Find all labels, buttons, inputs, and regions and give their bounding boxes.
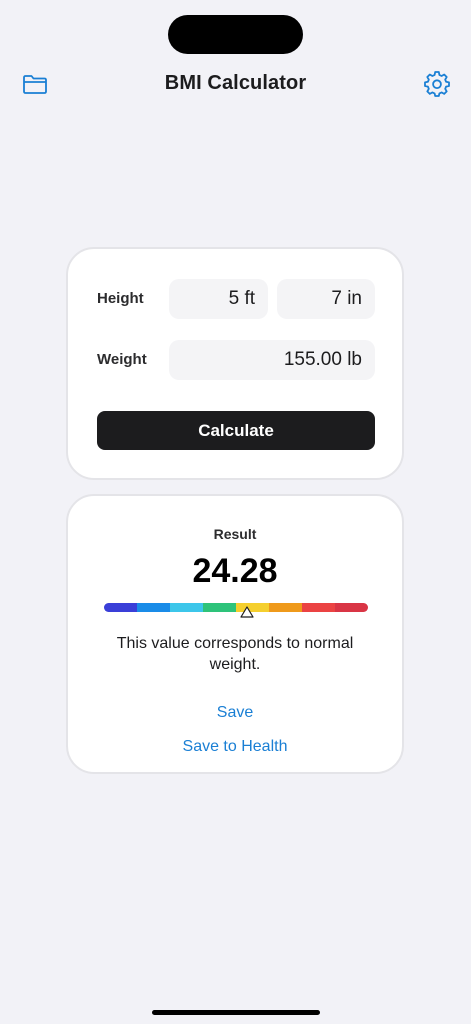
bmi-scale-bar	[104, 603, 368, 612]
scale-segment	[170, 603, 203, 612]
calculate-button[interactable]: Calculate	[97, 411, 375, 450]
dynamic-island	[168, 15, 303, 54]
scale-segment	[104, 603, 137, 612]
result-description: This value corresponds to normal weight.	[116, 635, 354, 673]
weight-field[interactable]: 155.00 lb	[169, 340, 375, 380]
gear-icon[interactable]	[423, 70, 451, 98]
save-button[interactable]: Save	[68, 704, 402, 722]
scale-segment	[269, 603, 302, 612]
height-label: Height	[97, 290, 144, 307]
scale-segment	[137, 603, 170, 612]
scale-segment	[335, 603, 368, 612]
height-inches-field[interactable]: 7 in	[277, 279, 375, 319]
page-title: BMI Calculator	[164, 72, 307, 94]
height-feet-field[interactable]: 5 ft	[169, 279, 268, 319]
bmi-value: 24.28	[192, 552, 278, 590]
input-card: Height 5 ft 7 in Weight 155.00 lb Calcul…	[66, 247, 404, 480]
result-card: Result 24.28 This value corresponds to n…	[66, 494, 404, 774]
scale-segment	[302, 603, 335, 612]
weight-label: Weight	[97, 351, 147, 368]
scale-segment	[203, 603, 236, 612]
app-screen: BMI Calculator Height 5 ft 7 in Weight 1…	[0, 0, 471, 1024]
navigation-bar: BMI Calculator	[0, 62, 471, 106]
home-indicator	[152, 1010, 320, 1015]
result-label: Result	[213, 526, 257, 542]
save-to-health-button[interactable]: Save to Health	[68, 738, 402, 756]
